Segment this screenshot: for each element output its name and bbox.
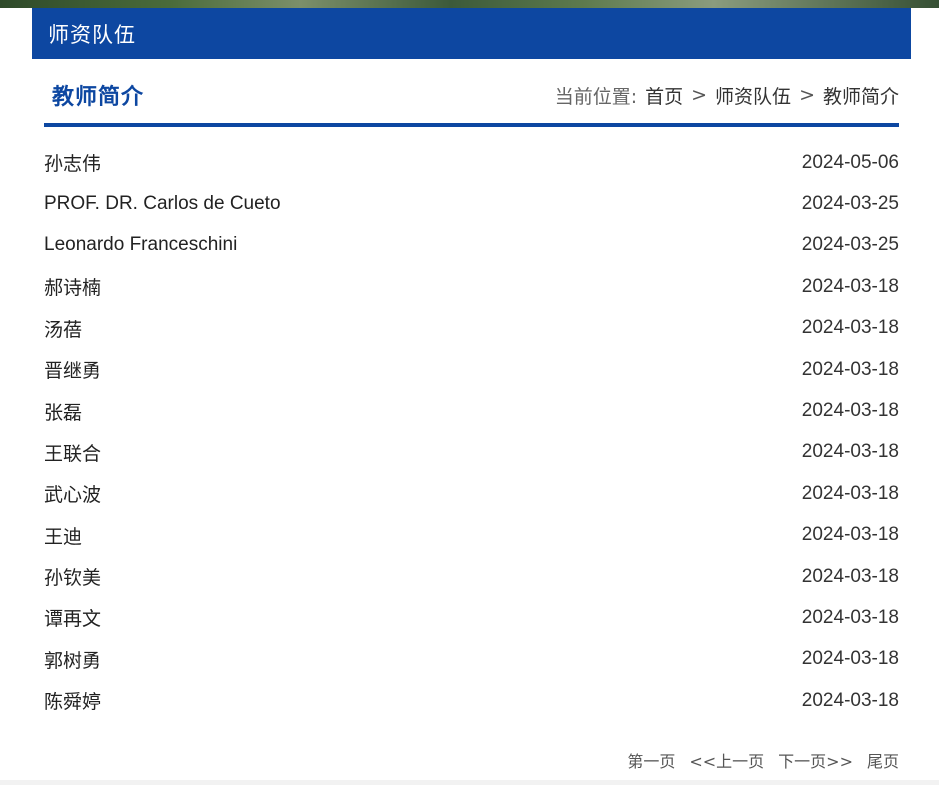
- teacher-name-link[interactable]: 晋继勇: [44, 356, 101, 383]
- teacher-name-link[interactable]: 郭树勇: [44, 646, 101, 673]
- prev-page-link[interactable]: <<上一页: [689, 748, 764, 772]
- breadcrumb-separator: >: [691, 84, 708, 106]
- breadcrumb-current-link[interactable]: 教师简介: [823, 82, 899, 109]
- teacher-name-link[interactable]: 谭再文: [44, 604, 101, 631]
- teacher-name-link[interactable]: 孙钦美: [44, 563, 101, 590]
- publish-date: 2024-03-18: [801, 565, 899, 587]
- publish-date: 2024-03-18: [801, 317, 899, 339]
- list-item: 孙钦美 2024-03-18: [44, 556, 899, 597]
- publish-date: 2024-03-25: [801, 193, 899, 215]
- list-item: 武心波 2024-03-18: [44, 473, 899, 514]
- publish-date: 2024-03-25: [801, 234, 899, 256]
- publish-date: 2024-03-18: [801, 358, 899, 380]
- pagination: 第一页 <<上一页 下一页>> 尾页: [627, 748, 899, 772]
- top-banner-image-strip: [0, 0, 939, 8]
- list-item: 谭再文 2024-03-18: [44, 597, 899, 638]
- title-divider: [44, 123, 899, 127]
- publish-date: 2024-03-18: [801, 606, 899, 628]
- teacher-name-link[interactable]: 郝诗楠: [44, 273, 101, 300]
- publish-date: 2024-03-18: [801, 400, 899, 422]
- teacher-name-link[interactable]: 汤蓓: [44, 315, 82, 342]
- bottom-divider: [0, 780, 939, 785]
- breadcrumb-label: 当前位置:: [554, 85, 638, 108]
- first-page-link[interactable]: 第一页: [627, 748, 675, 772]
- publish-date: 2024-03-18: [801, 441, 899, 463]
- list-item: 郭树勇 2024-03-18: [44, 639, 899, 680]
- next-page-link[interactable]: 下一页>>: [778, 748, 853, 772]
- list-item: 郝诗楠 2024-03-18: [44, 266, 899, 307]
- breadcrumb: 当前位置: 首页 > 师资队伍 > 教师简介: [555, 82, 899, 109]
- teacher-name-link[interactable]: 武心波: [44, 480, 101, 507]
- list-item: 王联合 2024-03-18: [44, 432, 899, 473]
- publish-date: 2024-03-18: [801, 482, 899, 504]
- list-item: 张磊 2024-03-18: [44, 390, 899, 431]
- page-title: 教师简介: [52, 85, 145, 110]
- publish-date: 2024-03-18: [801, 275, 899, 297]
- teacher-name-link[interactable]: 孙志伟: [44, 149, 101, 176]
- breadcrumb-home-link[interactable]: 首页: [645, 82, 683, 109]
- publish-date: 2024-03-18: [801, 689, 899, 711]
- teacher-name-link[interactable]: 王迪: [44, 522, 82, 549]
- publish-date: 2024-03-18: [801, 524, 899, 546]
- teacher-name-link[interactable]: 张磊: [44, 398, 82, 425]
- page-header: 教师简介 当前位置: 首页 > 师资队伍 > 教师简介: [44, 66, 899, 124]
- list-item: 陈舜婷 2024-03-18: [44, 680, 899, 721]
- teacher-name-link[interactable]: 陈舜婷: [44, 687, 101, 714]
- teacher-name-link[interactable]: 王联合: [44, 439, 101, 466]
- list-item: PROF. DR. Carlos de Cueto 2024-03-25: [44, 183, 899, 224]
- teacher-name-link[interactable]: PROF. DR. Carlos de Cueto: [44, 193, 281, 215]
- publish-date: 2024-03-18: [801, 648, 899, 670]
- section-title: 师资队伍: [48, 22, 136, 47]
- list-item: 孙志伟 2024-05-06: [44, 142, 899, 183]
- teacher-name-link[interactable]: Leonardo Franceschini: [44, 234, 237, 256]
- breadcrumb-separator: >: [799, 84, 815, 106]
- teacher-list: 孙志伟 2024-05-06 PROF. DR. Carlos de Cueto…: [44, 142, 899, 721]
- publish-date: 2024-05-06: [801, 151, 899, 173]
- list-item: 汤蓓 2024-03-18: [44, 308, 899, 349]
- section-bar: 师资队伍: [32, 8, 911, 59]
- list-item: 晋继勇 2024-03-18: [44, 349, 899, 390]
- list-item: Leonardo Franceschini 2024-03-25: [44, 225, 899, 266]
- list-item: 王迪 2024-03-18: [44, 515, 899, 556]
- breadcrumb-faculty-link[interactable]: 师资队伍: [715, 82, 791, 109]
- last-page-link[interactable]: 尾页: [867, 748, 899, 772]
